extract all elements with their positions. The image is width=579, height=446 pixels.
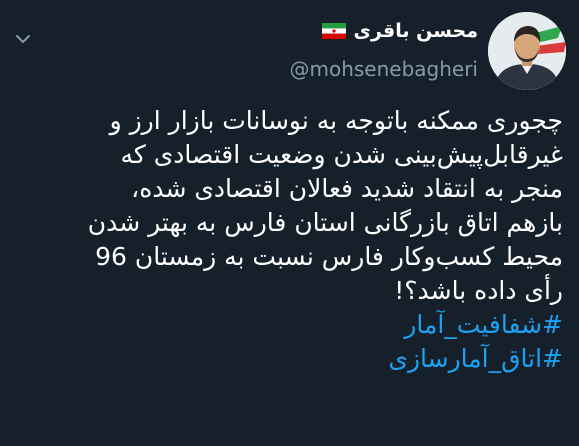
tweet-line: رأی داده باشد؟! — [394, 276, 563, 305]
tweet-line: چجوری ممکنه باتوجه به نوسانات بازار ارز … — [109, 106, 563, 135]
tweet-line: غیرقابل‌پیش‌بینی شدن وضعیت اقتصادی که — [120, 140, 563, 169]
user-handle[interactable]: @mohsenebagheri — [289, 57, 478, 81]
tweet-text: چجوری ممکنه باتوجه به نوسانات بازار ارز … — [15, 104, 563, 376]
tweet-card: محسن باقری @mohsenebagheri چجوری ممکنه ب… — [0, 0, 579, 446]
hashtag-link[interactable]: #اتاق_آمارسازی — [15, 342, 563, 376]
avatar[interactable] — [488, 12, 566, 90]
tweet-line: بازهم اتاق بازرگانی استان فارس به بهتر ش… — [87, 208, 563, 237]
author-row: محسن باقری — [321, 20, 478, 42]
tweet-line: منجر به انتقاد شدید فعالان اقتصادی شده، — [131, 174, 563, 203]
avatar-image — [488, 12, 566, 90]
chevron-down-icon[interactable] — [12, 28, 34, 50]
display-name[interactable]: محسن باقری — [354, 20, 478, 42]
tweet-line: محیط کسب‌وکار فارس نسبت به زمستان 96 — [95, 242, 563, 271]
hashtag-link[interactable]: #شفافیت_آمار — [15, 308, 563, 342]
iran-flag-icon — [321, 23, 346, 39]
